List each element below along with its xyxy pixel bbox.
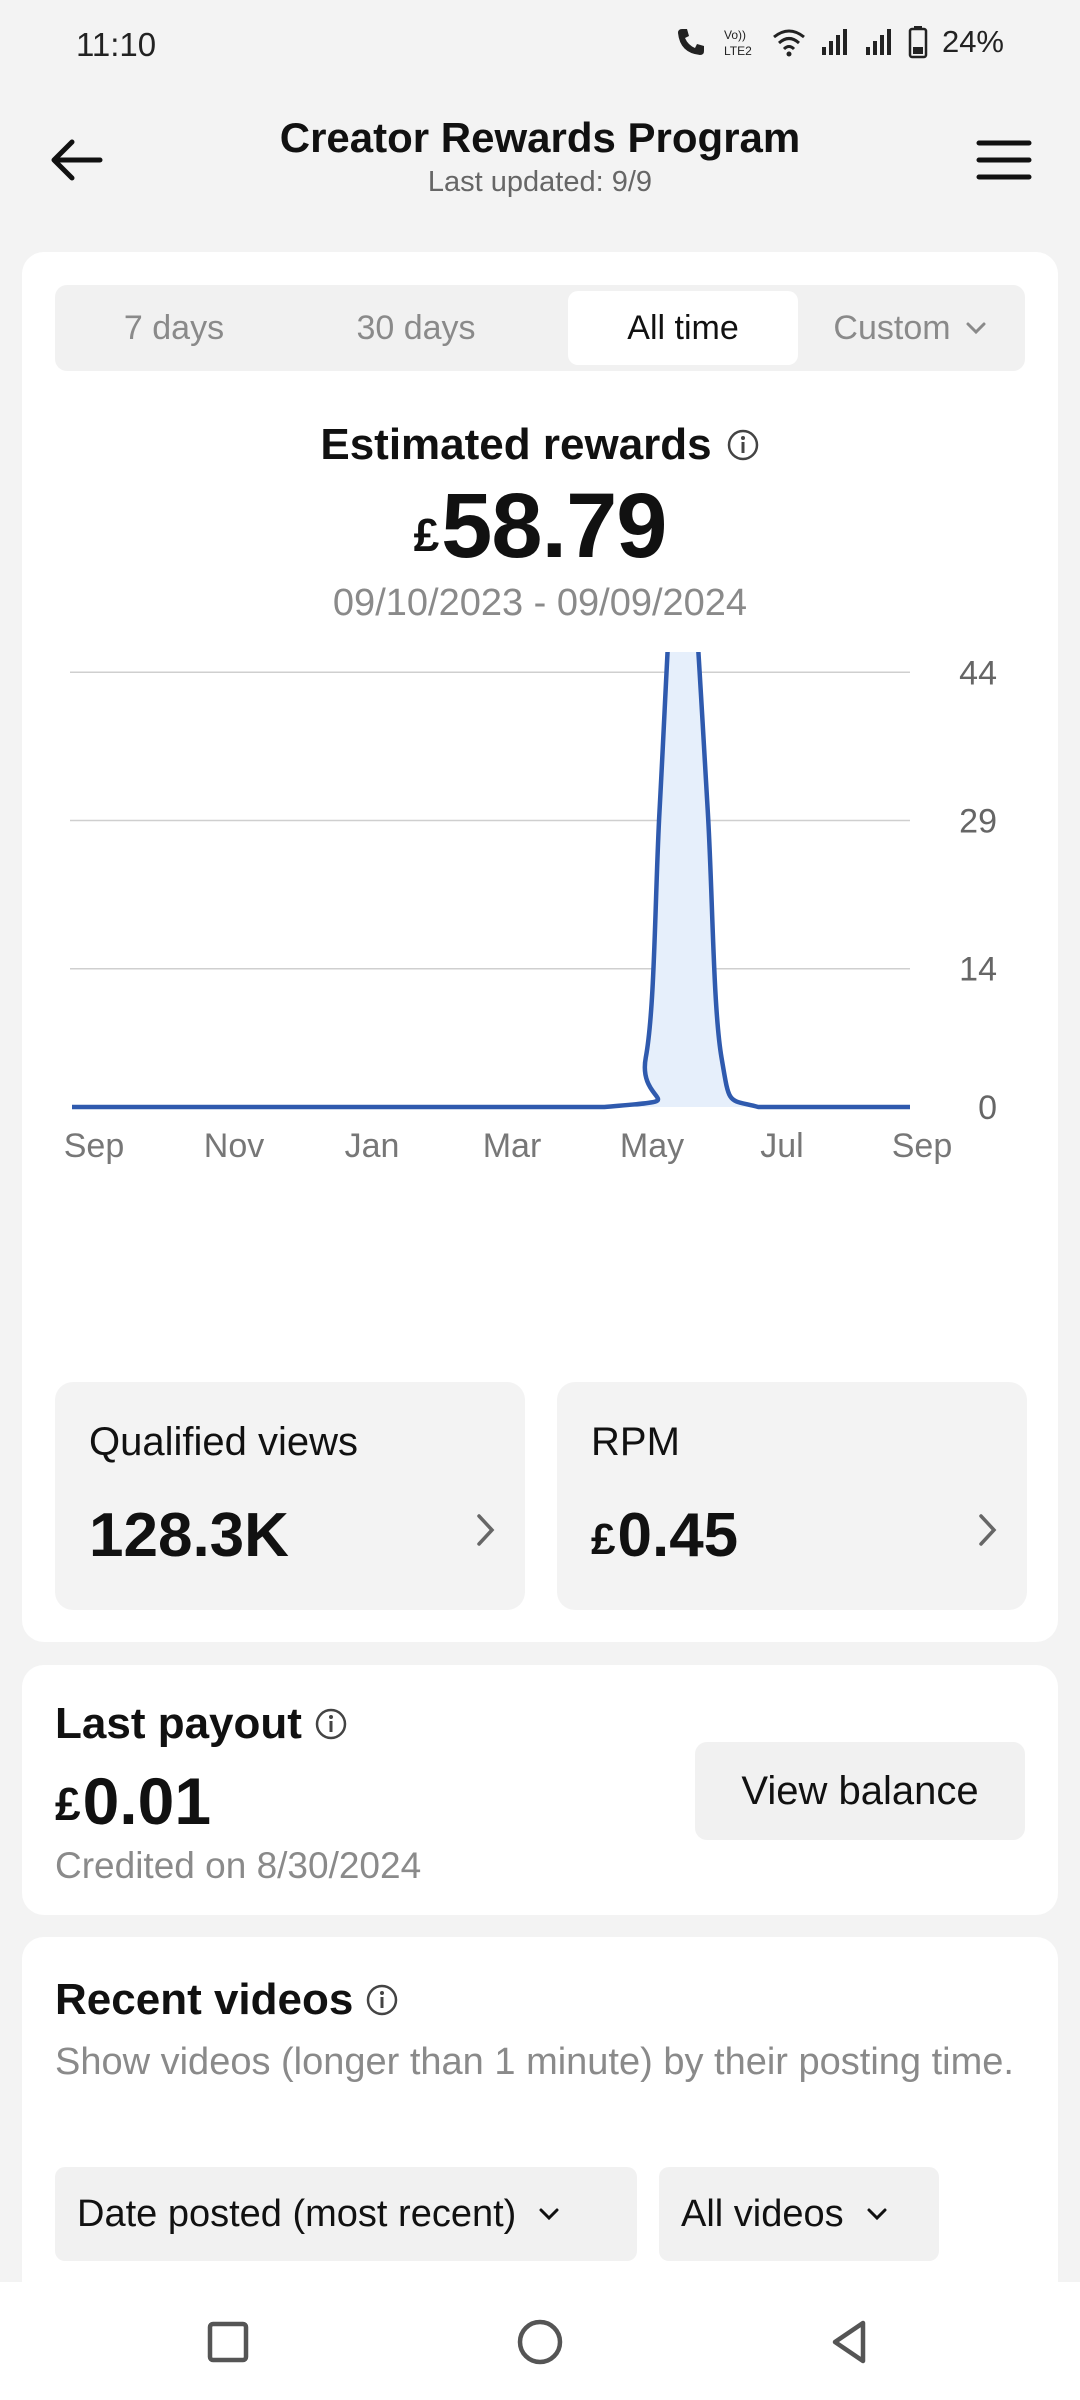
status-icons: Vo)) LTE2 24% — [674, 24, 1004, 60]
info-icon[interactable] — [726, 428, 760, 462]
app-header: Creator Rewards Program Last updated: 9/… — [0, 100, 1080, 220]
x-tick-label: Jan — [345, 1127, 400, 1165]
chevron-down-icon — [539, 2208, 559, 2221]
y-tick-label: 29 — [959, 803, 997, 841]
recent-videos-title: Recent videos — [55, 1975, 354, 2024]
recent-videos-title-row: Recent videos — [55, 1975, 399, 2025]
qualified-views-value: 128.3K — [89, 1501, 289, 1570]
rewards-chart: 584429140SepNovJanMarMayJulSep — [64, 652, 997, 1165]
rpm-card[interactable]: RPM £0.45 — [557, 1382, 1027, 1610]
sort-dropdown-label: Date posted (most recent) — [77, 2192, 517, 2235]
tab-all-time[interactable]: All time — [568, 291, 798, 365]
page-title: Creator Rewards Program — [279, 114, 801, 161]
back-triangle-icon — [832, 2320, 866, 2364]
rpm-value: 0.45 — [617, 1501, 739, 1570]
svg-text:LTE2: LTE2 — [724, 44, 752, 58]
chevron-down-icon — [867, 2208, 887, 2221]
qualified-views-label: Qualified views — [89, 1420, 359, 1464]
currency-symbol: £ — [413, 509, 440, 561]
tab-7-days[interactable]: 7 days — [61, 291, 287, 365]
info-icon[interactable] — [365, 1983, 399, 2017]
payout-date: Credited on 8/30/2024 — [55, 1845, 422, 1886]
tab-custom-label: Custom — [833, 308, 951, 347]
rewards-card: 7 days 30 days All time Custom Estimated… — [22, 252, 1058, 1642]
home-button[interactable] — [510, 2312, 570, 2372]
last-payout-amount: £0.01 — [55, 1763, 211, 1839]
menu-button[interactable] — [972, 128, 1036, 192]
y-tick-label: 14 — [959, 951, 997, 989]
volte-call-icon — [674, 25, 708, 59]
estimated-amount-value: 58.79 — [441, 475, 667, 577]
x-tick-label: Jul — [760, 1127, 803, 1165]
qualified-views-card[interactable]: Qualified views 128.3K — [55, 1382, 525, 1610]
series-area — [72, 652, 910, 1107]
rpm-label: RPM — [591, 1420, 680, 1464]
video-type-dropdown-label: All videos — [681, 2192, 844, 2235]
x-tick-label: Nov — [204, 1127, 264, 1165]
battery-icon — [908, 25, 928, 59]
volte-lte-icon: Vo)) LTE2 — [722, 25, 758, 59]
payout-value: 0.01 — [82, 1764, 212, 1838]
y-tick-label: 0 — [978, 1089, 997, 1127]
estimated-rewards-amount: £58.79 — [22, 474, 1058, 579]
last-payout-label: Last payout — [55, 1699, 302, 1748]
last-updated: Last updated: 9/9 — [427, 166, 653, 198]
system-nav-bar — [0, 2282, 1080, 2400]
recent-videos-description: Show videos (longer than 1 minute) by th… — [55, 2041, 1014, 2083]
x-tick-label: Mar — [483, 1127, 542, 1165]
currency-symbol: £ — [591, 1515, 616, 1564]
video-type-dropdown[interactable]: All videos — [659, 2167, 939, 2261]
view-balance-button[interactable]: View balance — [695, 1742, 1025, 1840]
signal-icon — [864, 27, 894, 57]
estimated-rewards-label: Estimated rewards — [320, 420, 712, 469]
recents-button[interactable] — [198, 2312, 258, 2372]
x-tick-label: May — [620, 1127, 684, 1165]
x-tick-label: Sep — [64, 1127, 125, 1165]
battery-percent: 24% — [941, 24, 1004, 59]
estimated-rewards-label-row: Estimated rewards — [22, 420, 1058, 470]
chevron-right-icon — [979, 1514, 997, 1546]
wifi-icon — [772, 27, 806, 57]
signal-icon — [820, 27, 850, 57]
recents-square-icon — [207, 2321, 249, 2363]
last-payout-card: Last payout £0.01 Credited on 8/30/2024 … — [22, 1665, 1058, 1915]
back-nav-button[interactable] — [820, 2312, 880, 2372]
last-payout-label-row: Last payout — [55, 1699, 348, 1749]
series-line — [71, 652, 910, 1110]
svg-text:Vo)): Vo)) — [724, 28, 746, 42]
sort-dropdown[interactable]: Date posted (most recent) — [55, 2167, 637, 2261]
status-time: 11:10 — [76, 26, 157, 63]
hamburger-menu-icon — [976, 140, 1032, 180]
status-bar: 11:10 Vo)) LTE2 24% — [0, 0, 1080, 90]
date-range: 09/10/2023 - 09/09/2024 — [332, 582, 748, 624]
tab-custom[interactable]: Custom — [797, 291, 1023, 365]
info-icon[interactable] — [314, 1707, 348, 1741]
tab-30-days[interactable]: 30 days — [303, 291, 529, 365]
currency-symbol: £ — [55, 1778, 81, 1830]
rpm-value-row: £0.45 — [591, 1500, 738, 1571]
chevron-right-icon — [477, 1514, 495, 1546]
date-range-tabs: 7 days 30 days All time Custom — [55, 285, 1025, 371]
home-circle-icon — [517, 2319, 563, 2365]
chevron-down-icon — [966, 322, 986, 335]
x-tick-label: Sep — [892, 1127, 953, 1165]
y-tick-label: 44 — [959, 654, 997, 692]
